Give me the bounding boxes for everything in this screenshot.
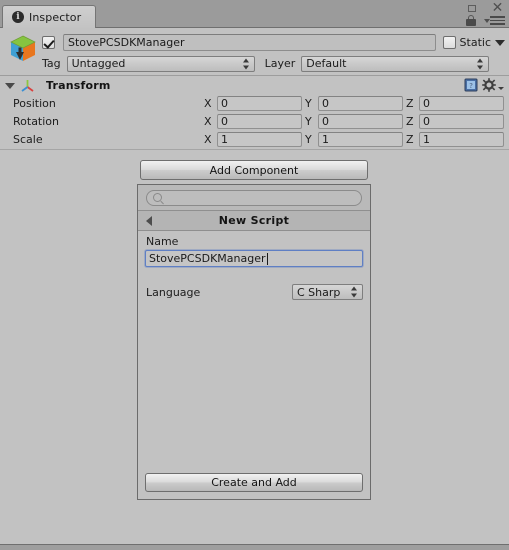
gameobject-cube-icon: [7, 33, 39, 65]
tag-layer-row: Tag Untagged Layer Default: [42, 55, 505, 72]
transform-row-position: Position X 0 Y 0 Z 0: [0, 95, 509, 112]
dropdown-arrows-icon: [477, 58, 484, 69]
add-component-button[interactable]: Add Component: [140, 160, 368, 180]
hamburger-menu-icon[interactable]: [490, 16, 505, 26]
scale-z-input[interactable]: 1: [419, 132, 504, 147]
lock-icon[interactable]: [466, 15, 476, 26]
transform-row-rotation: Rotation X 0 Y 0 Z 0: [0, 113, 509, 130]
language-label: Language: [146, 286, 201, 299]
position-y-input[interactable]: 0: [318, 96, 403, 111]
tag-value: Untagged: [71, 57, 126, 70]
book-help-icon[interactable]: ?: [464, 78, 478, 92]
static-checkbox[interactable]: [442, 36, 456, 49]
axis-label-y: Y: [305, 115, 312, 128]
axis-label-y: Y: [305, 97, 312, 110]
tab-inspector[interactable]: i Inspector: [2, 5, 97, 28]
search-icon: [153, 193, 162, 202]
transform-axis-icon: [20, 78, 35, 93]
svg-text:?: ?: [469, 82, 472, 90]
layer-label: Layer: [264, 57, 296, 70]
axis-label-z: Z: [406, 97, 414, 110]
panel-title-bar: New Script: [138, 211, 370, 231]
static-label: Static: [459, 36, 491, 49]
row-label: Position: [13, 97, 56, 110]
position-x-input[interactable]: 0: [217, 96, 302, 111]
dropdown-arrows-icon: [351, 286, 358, 298]
axis-label-z: Z: [406, 133, 414, 146]
rotation-z-input[interactable]: 0: [419, 114, 504, 129]
component-header-icons: ?: [464, 78, 504, 92]
gear-dropdown-caret-icon[interactable]: [498, 86, 504, 90]
row-label: Scale: [13, 133, 43, 146]
info-icon: i: [12, 11, 24, 23]
axis-label-y: Y: [305, 133, 312, 146]
gear-icon[interactable]: [482, 78, 496, 92]
gameobject-name-row: StovePCSDKManager Static: [42, 34, 505, 51]
dropdown-arrows-icon: [242, 58, 250, 69]
scale-y-input[interactable]: 1: [318, 132, 403, 147]
transform-row-scale: Scale X 1 Y 1 Z 1: [0, 131, 509, 148]
axis-label-x: X: [204, 133, 212, 146]
panel-title: New Script: [218, 214, 290, 227]
axis-label-z: Z: [406, 115, 414, 128]
component-search-zone: [138, 185, 370, 211]
rotation-y-input[interactable]: 0: [318, 114, 403, 129]
axis-label-x: X: [204, 97, 212, 110]
back-arrow-icon[interactable]: [146, 215, 152, 226]
transform-title: Transform: [46, 79, 111, 92]
add-component-panel: New Script Name StovePCSDKManager Langua…: [137, 184, 371, 500]
position-z-input[interactable]: 0: [419, 96, 504, 111]
create-and-add-button[interactable]: Create and Add: [145, 473, 363, 492]
inspector-window: i Inspector ✕ StovePCSDKManager Static T…: [0, 0, 509, 550]
foldout-triangle-icon[interactable]: [5, 82, 15, 89]
language-row: Language C Sharp: [138, 284, 370, 301]
scale-x-input[interactable]: 1: [217, 132, 302, 147]
gameobject-header: StovePCSDKManager Static Tag Untagged La…: [0, 28, 509, 76]
rotation-x-input[interactable]: 0: [217, 114, 302, 129]
transform-component: Transform ? Position X 0 Y 0 Z 0 Rotatio…: [0, 76, 509, 150]
script-name-value: StovePCSDKManager: [149, 252, 266, 265]
script-name-input[interactable]: StovePCSDKManager: [145, 250, 363, 267]
gameobject-enabled-checkbox[interactable]: [42, 36, 55, 49]
window-controls: ✕: [460, 1, 506, 28]
row-label: Rotation: [13, 115, 60, 128]
name-field-label: Name: [146, 235, 179, 248]
tag-label: Tag: [42, 57, 61, 70]
transform-header[interactable]: Transform ?: [0, 76, 509, 95]
text-cursor: [266, 252, 268, 265]
new-script-form: Name StovePCSDKManager Language C Sharp …: [138, 231, 370, 499]
language-dropdown[interactable]: C Sharp: [292, 284, 363, 300]
window-tabbar: i Inspector ✕: [0, 0, 509, 28]
tab-inspector-label: Inspector: [29, 10, 82, 24]
maximize-icon[interactable]: [468, 5, 476, 12]
static-group: Static: [442, 36, 505, 49]
layer-dropdown[interactable]: Default: [301, 55, 490, 72]
static-dropdown-icon[interactable]: [495, 39, 505, 46]
tag-dropdown[interactable]: Untagged: [66, 55, 255, 72]
layer-value: Default: [306, 57, 347, 70]
window-bottom-strip: [0, 544, 509, 550]
close-icon[interactable]: ✕: [491, 1, 504, 15]
axis-label-x: X: [204, 115, 212, 128]
language-value: C Sharp: [297, 285, 341, 299]
search-input[interactable]: [146, 189, 362, 206]
gameobject-name-input[interactable]: StovePCSDKManager: [63, 34, 436, 51]
